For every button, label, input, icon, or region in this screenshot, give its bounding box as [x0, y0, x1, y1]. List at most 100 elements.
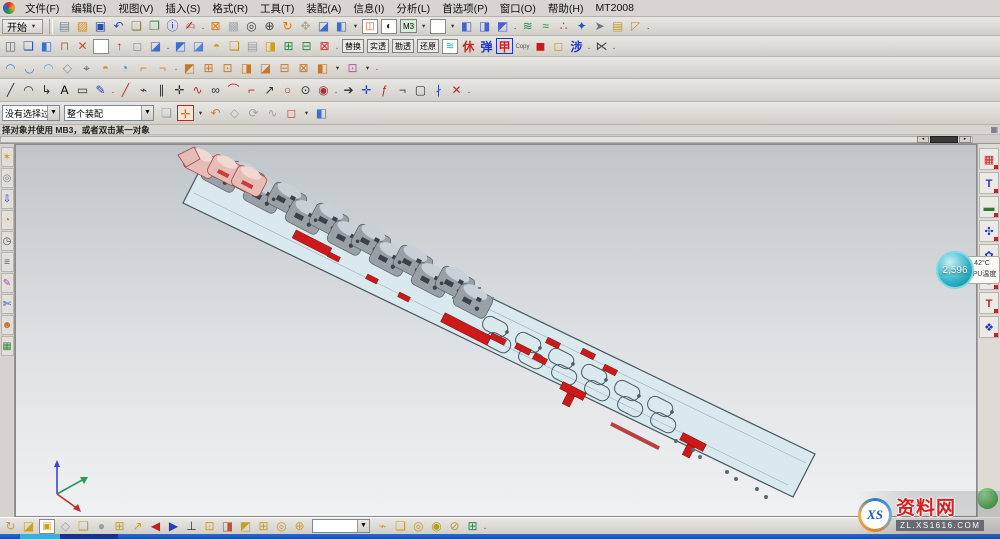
history-tab-icon[interactable]: ◷	[1, 231, 14, 251]
feature-pocket-icon[interactable]: ⊡	[219, 60, 236, 76]
explode-add-icon[interactable]: ⊕	[291, 518, 308, 534]
bend-icon[interactable]: ¬	[394, 82, 411, 98]
cross2-icon[interactable]: ✕	[448, 82, 465, 98]
feature-rib-icon[interactable]: ◪	[257, 60, 274, 76]
orient-view-3-icon[interactable]: ◩	[494, 18, 511, 34]
corner-page-icon[interactable]: ◸	[627, 18, 644, 34]
marquee-icon[interactable]: ◻	[283, 105, 300, 121]
info-icon[interactable]: ⓘ	[164, 18, 181, 34]
rings-icon[interactable]: ◎	[410, 518, 427, 534]
solid-cube-icon[interactable]: ◧	[38, 38, 55, 54]
feature-unite-arrow[interactable]: ▾	[333, 64, 342, 72]
pan-icon[interactable]: ✥	[297, 18, 314, 34]
sphere-icon[interactable]: ◔	[116, 60, 133, 76]
sketch-icon[interactable]: ✎	[92, 82, 109, 98]
circle-dot-icon[interactable]: ⊙	[297, 82, 314, 98]
slab-1-icon[interactable]: ◩	[172, 38, 189, 54]
split-window-icon[interactable]: ◫	[2, 38, 19, 54]
new-file-icon[interactable]: ▤	[56, 18, 73, 34]
menu-edit[interactable]: 编辑(E)	[65, 0, 112, 17]
gallery-tab-icon[interactable]: ▦	[1, 336, 14, 356]
feature-trim-icon[interactable]: ⊠	[295, 60, 312, 76]
rotate-gray-icon[interactable]: ⟳	[245, 105, 262, 121]
sweep-1-icon[interactable]: ◠	[2, 60, 19, 76]
rotate-view-icon[interactable]: ↻	[279, 18, 296, 34]
datum-points-icon[interactable]: ∴	[555, 18, 572, 34]
snap-point-icon[interactable]: ✛	[177, 105, 194, 121]
arc-icon[interactable]: ◠	[20, 82, 37, 98]
she-button[interactable]: 涉	[568, 38, 585, 54]
scrollbar-track[interactable]	[0, 136, 973, 143]
iso-cube-icon[interactable]: ◪	[147, 38, 164, 54]
line2-icon[interactable]: ╱	[117, 82, 134, 98]
stripes-icon[interactable]: ≋	[442, 39, 458, 54]
boss-icon[interactable]: ¬	[154, 60, 171, 76]
corner-icon[interactable]: ⌐	[243, 82, 260, 98]
copy-doc-icon[interactable]: ❏	[128, 18, 145, 34]
catalog-icon[interactable]: ❑	[226, 38, 243, 54]
feature-extrude-icon[interactable]: ◩	[181, 60, 198, 76]
spring-button[interactable]: 弹	[478, 38, 495, 54]
selection-filter-combo[interactable]: 没有选择过滤器 ▼	[2, 105, 60, 121]
brush-tab-icon[interactable]: ✎	[1, 273, 14, 293]
appearance-icon[interactable]: ◐	[381, 19, 397, 34]
asm-cube-icon[interactable]: ◪	[20, 518, 37, 534]
scissors-tab-icon[interactable]: ✄	[1, 294, 14, 314]
line-icon[interactable]: ╱	[2, 82, 19, 98]
menu-tools[interactable]: 工具(T)	[254, 0, 300, 17]
arrow-up-icon[interactable]: ↑	[111, 38, 128, 54]
gear-tab-icon[interactable]: ◎	[1, 168, 14, 188]
undo-orange-icon[interactable]: ↶	[207, 105, 224, 121]
point-line-icon[interactable]: ⌁	[135, 82, 152, 98]
feature-pattern-arrow[interactable]: ▾	[363, 64, 372, 72]
arc2-icon[interactable]: ⌒	[225, 82, 242, 98]
feature-unite-icon[interactable]: ◧	[314, 60, 331, 76]
menu-preferences[interactable]: 首选项(P)	[436, 0, 494, 17]
scrollbar-thumb[interactable]	[930, 136, 958, 143]
menu-analysis[interactable]: 分析(L)	[390, 0, 436, 17]
selection-scope-combo[interactable]: 整个装配 ▼	[64, 105, 154, 121]
orange-ball-tab-icon[interactable]: ◔	[1, 210, 14, 230]
examine-icon[interactable]: ⌖	[78, 60, 95, 76]
m3-button[interactable]: M3	[400, 19, 417, 33]
menu-insert[interactable]: 插入(S)	[159, 0, 206, 17]
feature-slot-icon[interactable]: ⊟	[276, 60, 293, 76]
zoom-in-icon[interactable]: ⊕	[261, 18, 278, 34]
part-thumb-7[interactable]: T	[979, 292, 999, 314]
stack-icon[interactable]: ◨	[262, 38, 279, 54]
gesture-icon[interactable]: ✍	[182, 18, 199, 34]
asm-boxed-icon[interactable]: ▣	[39, 519, 55, 534]
shaded-view-icon[interactable]: ◧	[313, 105, 330, 121]
part-thumb-1[interactable]: ▦	[979, 148, 999, 170]
sweep-2-icon[interactable]: ◡	[21, 60, 38, 76]
glass-cube-icon[interactable]: ◻	[550, 38, 567, 54]
menu-mt2008[interactable]: MT2008	[589, 1, 640, 15]
swatch-arrow[interactable]: ▾	[448, 22, 457, 30]
cue-grid-icon[interactable]: ▦	[990, 125, 998, 134]
marquee-arrow[interactable]: ▾	[302, 109, 311, 117]
check-icon[interactable]: ⊞	[464, 518, 481, 534]
spline-icon[interactable]: ∿	[189, 82, 206, 98]
part-thumb-3[interactable]: ▬	[979, 196, 999, 218]
feature-pattern-icon[interactable]: ⊡	[344, 60, 361, 76]
exclude-icon[interactable]: ⋉	[593, 38, 610, 54]
asm-swirl-icon[interactable]: ↻	[2, 518, 19, 534]
fx-icon[interactable]: ƒ	[376, 82, 393, 98]
details-tab-icon[interactable]: ≡	[1, 252, 14, 272]
blank-view-icon[interactable]	[93, 39, 109, 54]
circle-icon[interactable]: ○	[279, 82, 296, 98]
pages-icon[interactable]: ▤	[244, 38, 261, 54]
menu-window[interactable]: 窗口(O)	[494, 0, 542, 17]
ruler-icon[interactable]: ▤	[609, 18, 626, 34]
fit-view-icon[interactable]: ⊠	[207, 18, 224, 34]
divide-icon[interactable]: ∤	[430, 82, 447, 98]
wire-cube-icon[interactable]: ◻	[129, 38, 146, 54]
cube-del-icon[interactable]: ⊠	[316, 38, 333, 54]
roles-tab-icon[interactable]: ✶	[1, 147, 14, 167]
win-cube-icon[interactable]: ⊡	[201, 518, 218, 534]
cpu-speed-badge[interactable]: 2,596	[936, 251, 974, 289]
slab-2-icon[interactable]: ◪	[190, 38, 207, 54]
extend-icon[interactable]: ➔	[340, 82, 357, 98]
red-cube-icon[interactable]: ◼	[532, 38, 549, 54]
menu-file[interactable]: 文件(F)	[19, 0, 65, 17]
